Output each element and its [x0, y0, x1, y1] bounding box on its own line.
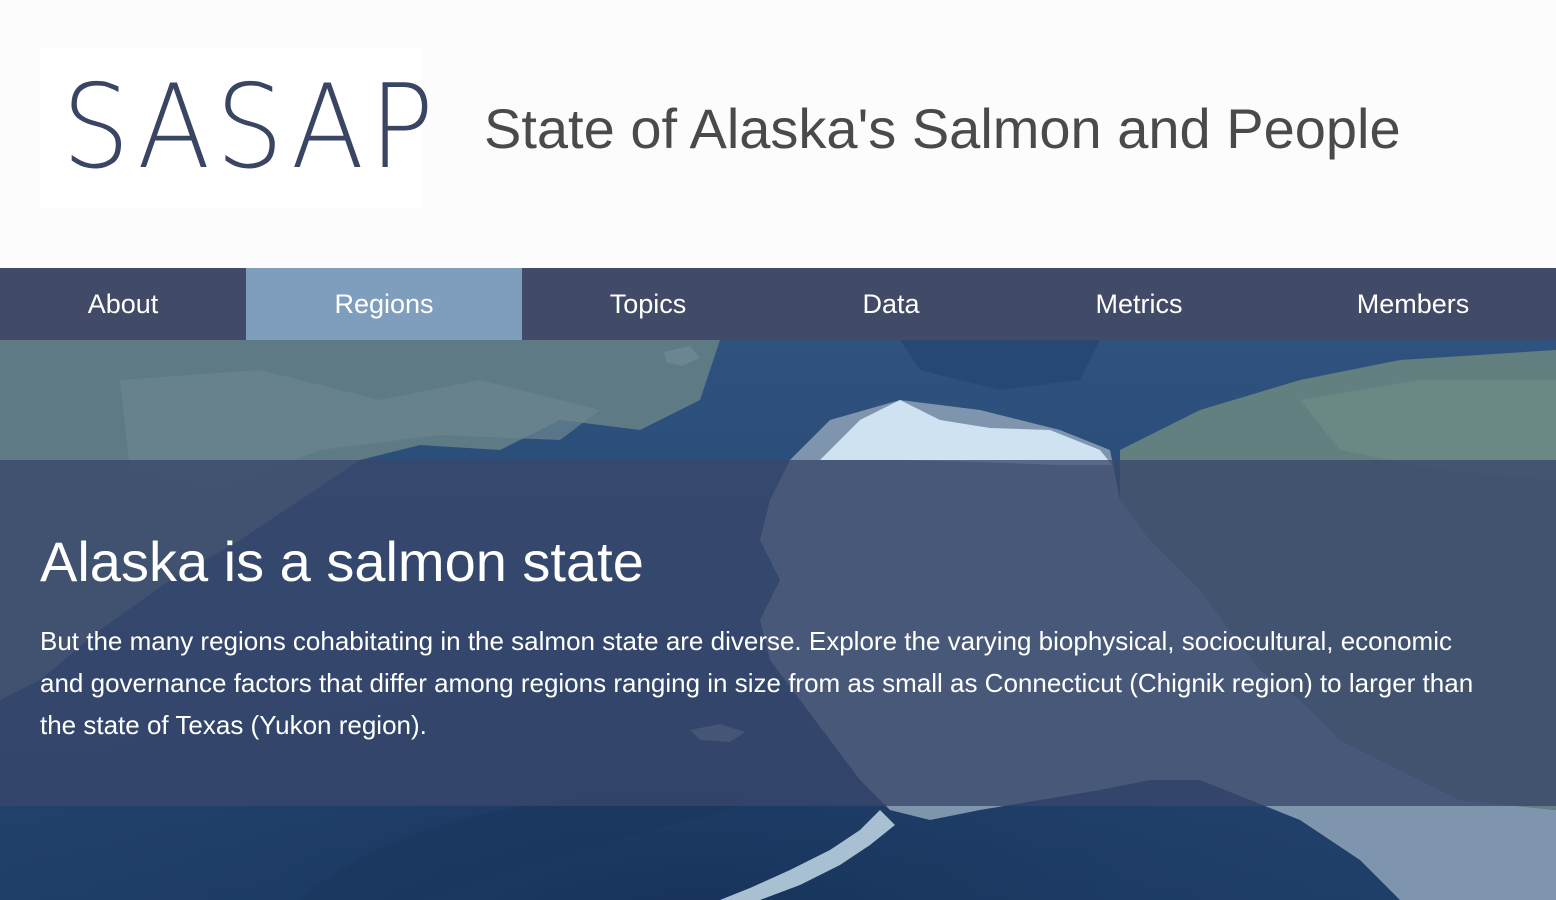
hero-heading: Alaska is a salmon state — [40, 530, 644, 593]
logo-text: SASAP — [62, 60, 440, 195]
hero-banner: Alaska is a salmon state But the many re… — [0, 340, 1556, 900]
nav-item-topics[interactable]: Topics — [522, 268, 774, 340]
site-header: SASAP State of Alaska's Salmon and Peopl… — [0, 0, 1556, 268]
page: SASAP State of Alaska's Salmon and Peopl… — [0, 0, 1556, 900]
site-title: State of Alaska's Salmon and People — [484, 97, 1401, 160]
hero-description: But the many regions cohabitating in the… — [40, 626, 1474, 740]
nav-item-regions[interactable]: Regions — [246, 268, 522, 340]
nav-item-metrics[interactable]: Metrics — [1008, 268, 1270, 340]
nav-item-members[interactable]: Members — [1270, 268, 1556, 340]
nav-item-about[interactable]: About — [0, 268, 246, 340]
nav-item-data[interactable]: Data — [774, 268, 1008, 340]
logo[interactable]: SASAP — [40, 48, 434, 208]
main-nav: About Regions Topics Data Metrics Member… — [0, 268, 1556, 340]
